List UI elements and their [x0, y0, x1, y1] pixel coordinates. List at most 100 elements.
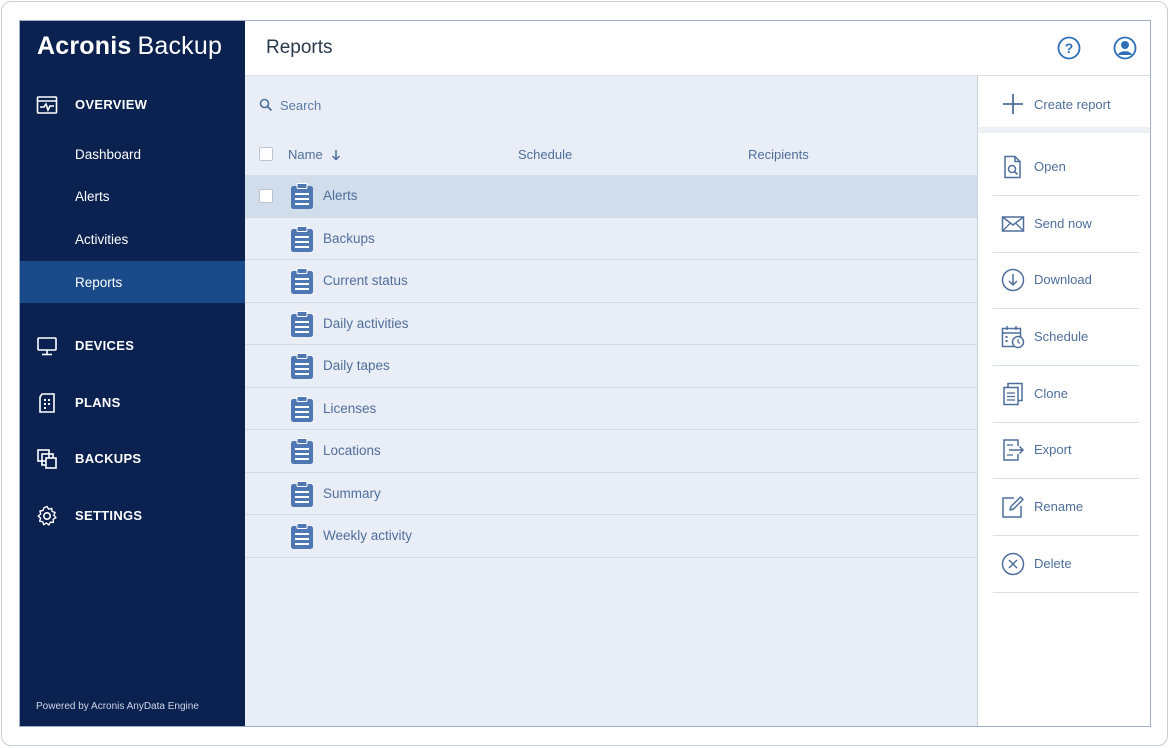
table-row[interactable]: Summary [245, 473, 977, 515]
open-button[interactable]: Open [993, 139, 1139, 196]
sidebar-item-dashboard[interactable]: Dashboard [20, 133, 245, 175]
powered-by: Powered by Acronis AnyData Engine [36, 701, 199, 712]
export-button[interactable]: Export [993, 422, 1139, 479]
sidebar-section-overview[interactable]: OVERVIEW [20, 84, 245, 124]
sidebar-item-label: Activities [75, 231, 129, 247]
row-name: Locations [323, 443, 381, 458]
report-icon [291, 395, 313, 422]
column-header-schedule[interactable]: Schedule [518, 147, 572, 162]
search-box[interactable]: Search [259, 96, 321, 114]
gear-icon [37, 505, 57, 526]
row-name: Licenses [323, 400, 377, 416]
report-icon [291, 523, 313, 549]
overview-icon [36, 96, 58, 114]
send-now-button[interactable]: Send now [993, 196, 1139, 253]
user-icon[interactable] [1113, 36, 1137, 60]
brand-product: Backup [137, 32, 223, 60]
rename-button[interactable]: Rename [993, 479, 1139, 536]
sidebar-section-backups[interactable]: BACKUPS [20, 438, 245, 478]
row-name: Weekly activity [323, 528, 413, 543]
search-icon [259, 98, 273, 112]
action-label: Export [1034, 442, 1072, 457]
row-name: Alerts [323, 188, 358, 203]
row-name: Current status [323, 273, 408, 288]
column-header-recipients[interactable]: Recipients [748, 147, 809, 162]
open-icon [1004, 155, 1021, 179]
reports-list-panel: Search Name Schedule Recipients Alerts B… [245, 76, 977, 726]
schedule-button[interactable]: Schedule [993, 309, 1139, 366]
envelope-icon [1001, 216, 1025, 232]
download-button[interactable]: Download [993, 252, 1139, 309]
report-icon [291, 183, 313, 209]
report-icon [291, 268, 313, 294]
export-icon [1003, 439, 1025, 461]
search-input[interactable]: Search [280, 98, 321, 113]
report-icon [291, 310, 313, 337]
header: Reports ? [245, 21, 1150, 76]
sidebar-item-label: Dashboard [75, 146, 142, 162]
app-window: Acronis Backup OVERVIEW Dashboard Alerts … [19, 20, 1151, 727]
table-body: Alerts Backups Current status Daily acti… [245, 175, 977, 558]
column-header-label: Name [288, 147, 323, 162]
delete-button[interactable]: Delete [993, 536, 1139, 593]
sidebar-item-reports[interactable]: Reports [20, 261, 245, 303]
sort-arrow-down-icon [331, 149, 340, 161]
row-name: Daily tapes [323, 358, 390, 373]
sidebar-section-label: PLANS [75, 394, 121, 410]
action-label: Send now [1034, 216, 1092, 231]
table-row[interactable]: Locations [245, 430, 977, 473]
sidebar: Acronis Backup OVERVIEW Dashboard Alerts … [20, 21, 245, 726]
sidebar-item-activities[interactable]: Activities [20, 218, 245, 260]
create-report-button[interactable]: Create report [978, 76, 1150, 133]
table-row[interactable]: Licenses [245, 388, 977, 430]
delete-icon [1001, 552, 1025, 576]
sidebar-section-devices[interactable]: DEVICES [20, 325, 245, 365]
sidebar-section-label: BACKUPS [75, 450, 142, 466]
brand-logo: Acronis Backup [37, 32, 222, 64]
sidebar-section-plans[interactable]: PLANS [20, 382, 245, 422]
sidebar-section-label: DEVICES [75, 337, 135, 353]
clone-button[interactable]: Clone [993, 366, 1139, 423]
sidebar-item-alerts[interactable]: Alerts [20, 175, 245, 217]
row-name: Summary [323, 485, 381, 501]
sidebar-item-label: Reports [75, 274, 123, 290]
table-row[interactable]: Backups [245, 218, 977, 260]
actions-panel: Create report Open Send now Download Sch… [977, 76, 1150, 726]
action-label: Schedule [1034, 329, 1089, 344]
clone-icon [1003, 382, 1023, 406]
brand-name: Acronis [37, 32, 132, 60]
row-name: Backups [323, 230, 375, 246]
table-row[interactable]: Alerts [245, 175, 977, 218]
table-header: Name Schedule Recipients [245, 139, 977, 169]
column-header-name[interactable]: Name [288, 147, 341, 162]
plans-icon [39, 393, 55, 413]
plus-icon [1003, 94, 1023, 114]
row-name: Daily activities [323, 315, 409, 331]
table-row[interactable]: Daily activities [245, 303, 977, 345]
row-checkbox[interactable] [259, 189, 273, 203]
page-title: Reports [266, 37, 333, 58]
report-icon [291, 353, 313, 379]
backups-icon [37, 449, 57, 469]
monitor-icon [37, 337, 57, 356]
table-row[interactable]: Weekly activity [245, 515, 977, 558]
action-label: Download [1034, 272, 1092, 287]
action-label: Clone [1034, 386, 1068, 401]
report-icon [291, 480, 313, 507]
sidebar-item-label: Alerts [75, 188, 110, 204]
sidebar-section-label: OVERVIEW [75, 96, 148, 112]
schedule-icon [1001, 326, 1025, 349]
sidebar-section-settings[interactable]: SETTINGS [20, 495, 245, 535]
table-row[interactable]: Daily tapes [245, 345, 977, 388]
rename-icon [1002, 496, 1024, 518]
action-label: Open [1034, 159, 1066, 174]
help-icon[interactable]: ? [1057, 36, 1081, 60]
sidebar-section-label: SETTINGS [75, 507, 143, 523]
table-row[interactable]: Current status [245, 260, 977, 303]
download-icon [1001, 268, 1025, 292]
create-report-label: Create report [1034, 97, 1111, 112]
report-icon [291, 438, 313, 464]
svg-text:?: ? [1065, 40, 1074, 56]
select-all-checkbox[interactable] [259, 147, 273, 161]
action-label: Delete [1034, 556, 1072, 571]
